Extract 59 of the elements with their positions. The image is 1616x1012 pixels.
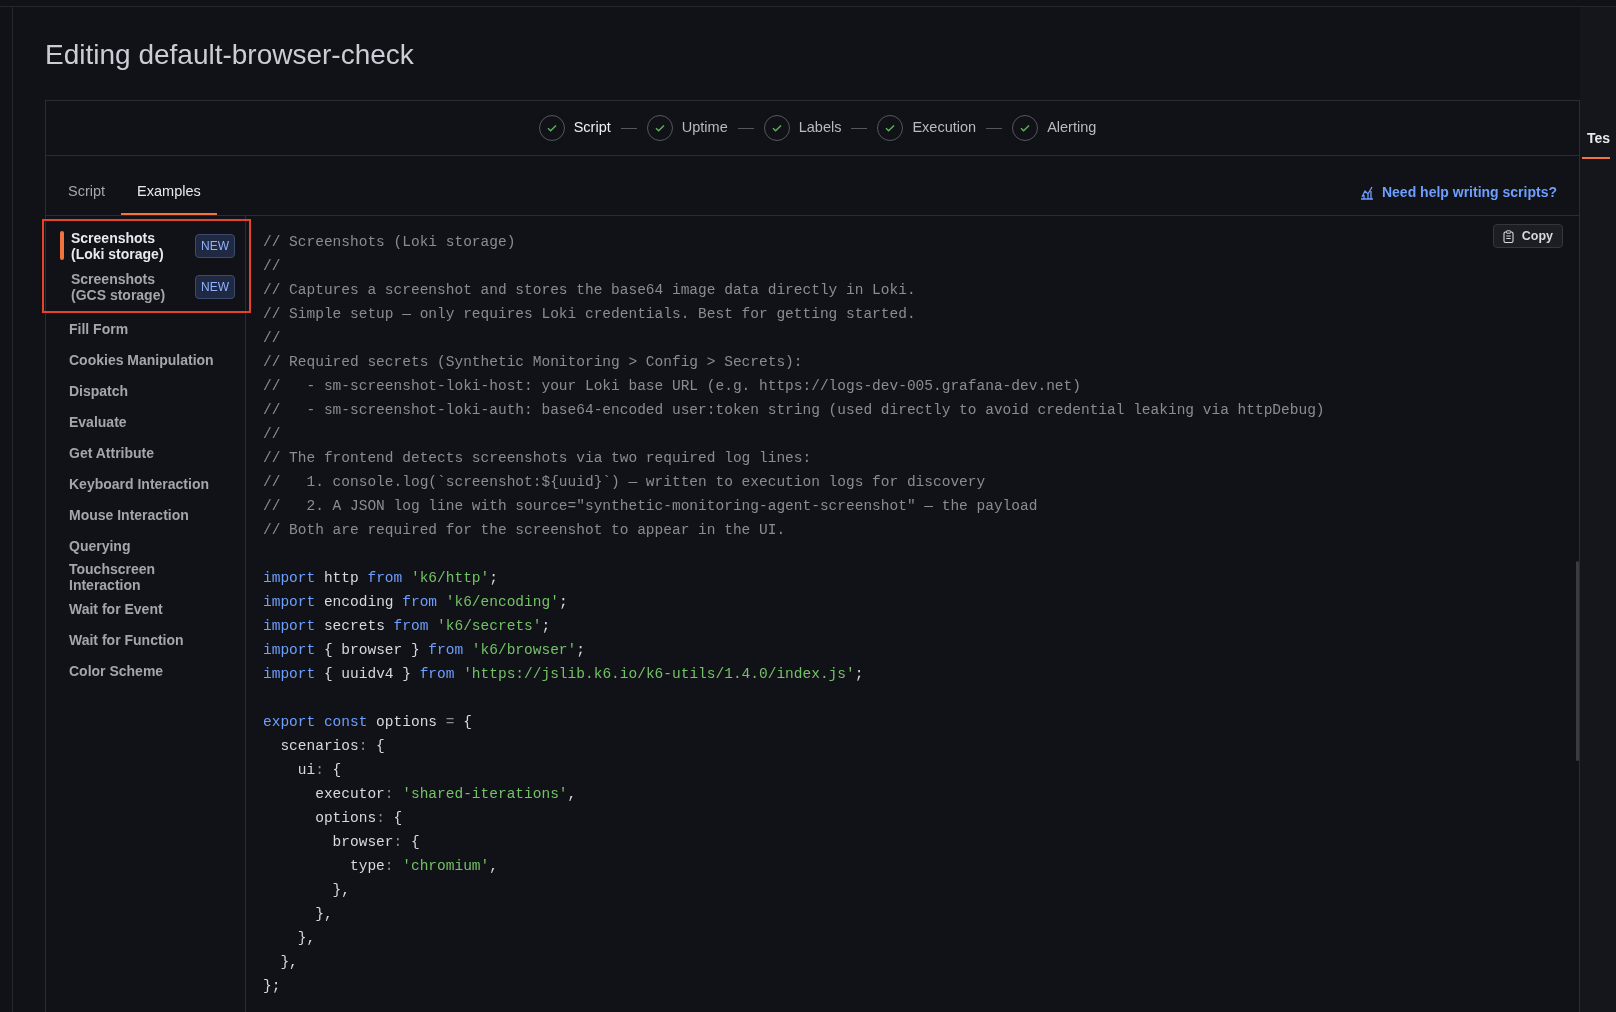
tab[interactable]: Examples (121, 181, 217, 215)
code-line: import http from 'k6/http'; (263, 569, 498, 588)
example-item[interactable]: Color Scheme (69, 662, 219, 679)
example-item[interactable]: Cookies Manipulation (69, 351, 219, 368)
example-item[interactable]: Evaluate (69, 413, 219, 430)
code-line: // The frontend detects screenshots via two required log lines: (263, 449, 812, 468)
code-line: // (263, 257, 281, 276)
step-label[interactable]: Labels (798, 117, 842, 139)
example-item[interactable]: Fill Form (69, 320, 219, 337)
example-item[interactable]: Screenshots (GCS storage) (71, 270, 187, 303)
example-item[interactable]: Touchscreen Interaction (69, 561, 219, 593)
code-line: import encoding from 'k6/encoding'; (263, 593, 568, 612)
code-line: import secrets from 'k6/secrets'; (263, 617, 551, 636)
code-line: // 1. console.log(`screenshot:${uuid}`) — written to execution logs for discovery (263, 473, 986, 492)
code-line: import { uuidv4 } from 'https://jslib.k6.io/k6-utils/1.4.0/index.js'; (263, 665, 864, 684)
code-line: // Screenshots (Loki storage) (263, 233, 516, 252)
code-line: // Simple setup — only requires Loki credentials. Best for getting started. (263, 305, 916, 324)
step-label[interactable]: Script (573, 117, 611, 139)
code-line: // (263, 329, 281, 348)
example-item[interactable]: Screenshots (Loki storage) (71, 229, 187, 262)
chart-icon (1358, 184, 1375, 201)
code-line: scenarios: { (279, 737, 385, 756)
tab[interactable]: Tes (1582, 128, 1611, 159)
code-line: executor: 'shared-iterations', (314, 785, 577, 804)
code-line: // - sm-screenshot-loki-auth: base64-encoded user:token string (used directly to avoid credential leaking via httpDebug) (263, 401, 1325, 420)
example-item[interactable]: Keyboard Interaction (69, 475, 219, 492)
step-label[interactable]: Execution (912, 117, 977, 139)
code-line: ui: { (296, 761, 342, 780)
code-line: }, (279, 953, 298, 972)
page-title: Editing default-browser-check (45, 38, 414, 72)
step-label[interactable]: Uptime (681, 117, 728, 139)
example-item[interactable]: Wait for Event (69, 600, 219, 617)
tab[interactable]: Script (52, 181, 122, 215)
example-item[interactable]: Mouse Interaction (69, 506, 219, 523)
code-line: browser: { (331, 833, 420, 852)
code-line: }; (263, 977, 281, 996)
code-line: // 2. A JSON log line with source="synthetic-monitoring-agent-screenshot" — the payload (263, 497, 1038, 516)
example-item[interactable]: Get Attribute (69, 444, 219, 461)
example-item[interactable]: Wait for Function (69, 631, 219, 648)
code-line: type: 'chromium', (349, 857, 498, 876)
code-line: // (263, 425, 281, 444)
code-line: export const options = { (263, 713, 472, 732)
code-line: // - sm-screenshot-loki-host: your Loki base URL (e.g. https://logs-dev-005.grafana-dev.net) (263, 377, 1081, 396)
copy-button[interactable]: Copy (1492, 224, 1563, 248)
code-line: // Both are required for the screenshot to appear in the UI. (263, 521, 786, 540)
step-label[interactable]: Alerting (1047, 117, 1097, 139)
example-item[interactable]: Dispatch (69, 382, 219, 399)
clipboard-icon (1502, 229, 1514, 243)
example-item[interactable]: Querying (69, 537, 219, 554)
help-link[interactable]: Need help writing scripts? (1358, 182, 1557, 215)
code-line: options: { (314, 809, 403, 828)
code-line: // Required secrets (Synthetic Monitoring > Config > Secrets): (263, 353, 803, 372)
code-line: }, (314, 905, 333, 924)
code-line: }, (331, 881, 350, 900)
code-line: import { browser } from 'k6/browser'; (263, 641, 585, 660)
code-line: // Captures a screenshot and stores the base64 image data directly in Loki. (263, 281, 916, 300)
code-line: }, (296, 929, 316, 948)
new-badge: NEW (195, 274, 235, 299)
new-badge: NEW (195, 233, 235, 258)
